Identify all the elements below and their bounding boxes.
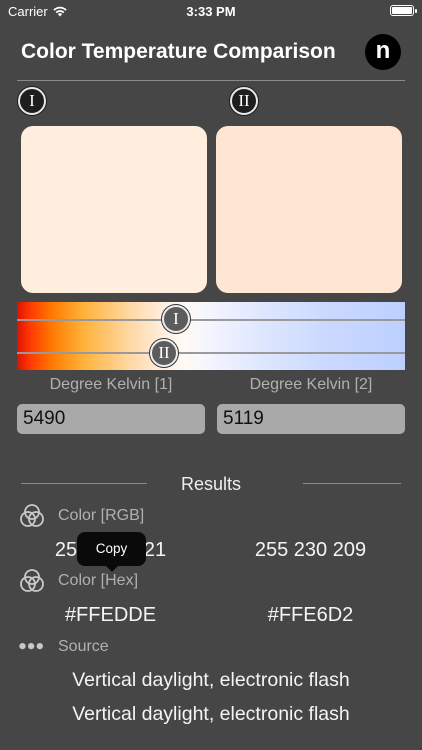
color-circles-icon [20,569,44,592]
clock: 3:33 PM [186,4,236,19]
hex-value-1[interactable]: #FFEDDE [5,604,216,627]
kelvin-input-2[interactable] [217,404,405,434]
copy-tooltip[interactable]: Copy [77,532,146,572]
color-swatch-1 [21,126,207,293]
slider-thumb-1[interactable]: I [162,305,190,333]
app-logo[interactable]: n [365,34,401,70]
temperature-gradient [17,302,405,370]
rgb-value-2[interactable]: 255 230 209 [205,539,416,562]
source-value-1: Vertical daylight, electronic flash [72,669,350,691]
results-divider-right [303,483,401,484]
color-circles-icon [20,504,44,527]
marker-2-icon: II [230,87,258,115]
results-heading: Results [180,474,242,494]
slider-track-1[interactable] [17,319,405,321]
hex-label: Color [Hex] [58,572,139,589]
page-title: Color Temperature Comparison [21,40,336,63]
color-swatch-2 [216,126,402,293]
source-label: Source [58,638,109,655]
kelvin-label-2: Degree Kelvin [2] [249,376,373,393]
kelvin-input-1[interactable] [17,404,205,434]
slider-track-2[interactable] [17,352,405,354]
rgb-label: Color [RGB] [58,507,145,524]
hex-value-2[interactable]: #FFE6D2 [205,604,416,627]
kelvin-label-1: Degree Kelvin [1] [49,376,173,393]
battery-icon [390,5,417,16]
marker-1-icon: I [18,87,46,115]
slider-thumb-2[interactable]: II [150,339,178,367]
more-dots-icon [19,643,43,650]
source-value-2: Vertical daylight, electronic flash [72,703,350,725]
header-divider [17,80,405,81]
status-bar: Carrier 3:33 PM [0,0,422,22]
